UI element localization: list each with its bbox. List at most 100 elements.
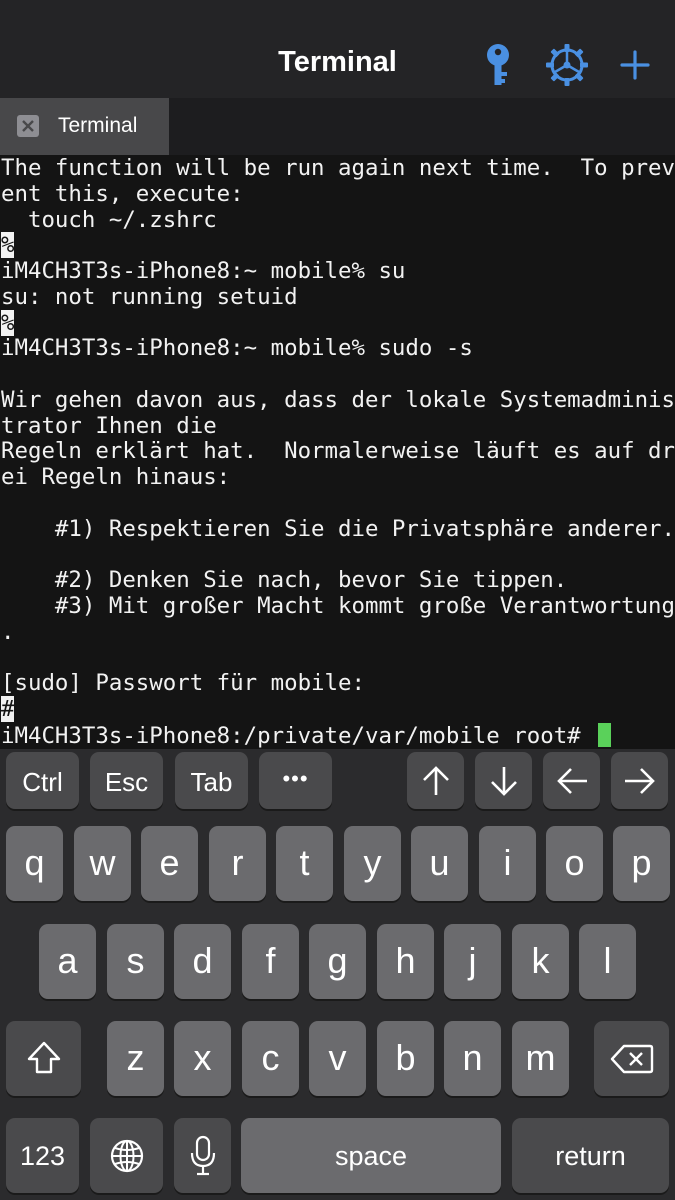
return-key[interactable]: return xyxy=(512,1118,669,1193)
key-label: x xyxy=(193,1037,212,1078)
key-z[interactable]: z xyxy=(107,1021,164,1096)
key-label: p xyxy=(631,842,652,883)
terminal-cursor xyxy=(598,722,612,747)
key-q[interactable]: q xyxy=(6,826,63,901)
arrow-right-icon xyxy=(625,768,655,794)
space-key[interactable]: space xyxy=(241,1118,501,1193)
plus-icon[interactable] xyxy=(610,40,660,90)
key-label: r xyxy=(231,842,244,883)
tab-key[interactable]: Tab xyxy=(175,752,248,809)
backspace-icon xyxy=(610,1044,654,1074)
numbers-key[interactable]: 123 xyxy=(6,1118,79,1193)
terminal-line: #1) Respektieren Sie die Privatsphäre an… xyxy=(1,515,675,542)
key-label: b xyxy=(395,1037,416,1078)
tab-terminal[interactable]: Terminal xyxy=(0,98,169,155)
key-c[interactable]: c xyxy=(242,1021,299,1096)
key-label: d xyxy=(192,940,213,981)
esc-key[interactable]: Esc xyxy=(90,752,163,809)
key-a[interactable]: a xyxy=(39,924,96,999)
arrow-up-key[interactable] xyxy=(407,752,464,809)
prompt-marker: % xyxy=(1,309,15,336)
globe-key[interactable] xyxy=(90,1118,163,1193)
return-key-label: return xyxy=(555,1141,626,1171)
shift-arrow-icon xyxy=(27,1041,61,1074)
key-r[interactable]: r xyxy=(209,826,266,901)
terminal-line: ent this, execute: xyxy=(1,180,244,207)
key-i[interactable]: i xyxy=(479,826,536,901)
globe-icon xyxy=(110,1139,144,1173)
key-l[interactable]: l xyxy=(579,924,636,999)
terminal-line: #3) Mit großer Macht kommt große Verantw… xyxy=(1,592,675,619)
terminal-line: % xyxy=(1,232,675,259)
arrow-right-key[interactable] xyxy=(611,752,668,809)
ctrl-key[interactable]: Ctrl xyxy=(6,752,79,809)
key-label: i xyxy=(503,842,512,883)
key-label: o xyxy=(564,842,585,883)
arrow-down-key[interactable] xyxy=(475,752,532,809)
close-icon[interactable] xyxy=(17,115,39,137)
microphone-icon xyxy=(190,1135,216,1176)
terminal-line: trator Ihnen die xyxy=(1,412,217,439)
key-u[interactable]: u xyxy=(411,826,468,901)
key-k[interactable]: k xyxy=(512,924,569,999)
key-m[interactable]: m xyxy=(512,1021,569,1096)
terminal-line: ei Regeln hinaus: xyxy=(1,464,231,490)
key-label: q xyxy=(24,842,45,883)
dictation-key[interactable] xyxy=(174,1118,231,1193)
shift-key[interactable] xyxy=(6,1021,81,1096)
key-g[interactable]: g xyxy=(309,924,366,999)
key-b[interactable]: b xyxy=(377,1021,434,1096)
arrow-left-key[interactable] xyxy=(543,752,600,809)
navigation-bar: Terminal xyxy=(0,0,675,98)
key-v[interactable]: v xyxy=(309,1021,366,1096)
key-y[interactable]: y xyxy=(344,826,401,901)
terminal-line: Regeln erklärt hat. Normalerweise läuft … xyxy=(1,438,675,465)
terminal-line: [sudo] Passwort für mobile: xyxy=(1,670,365,696)
more-key[interactable]: ••• xyxy=(259,752,332,809)
key-f[interactable]: f xyxy=(242,924,299,999)
terminal-line: # xyxy=(1,695,675,723)
key-label: f xyxy=(265,940,276,981)
keyboard: Ctrl Esc Tab ••• q w e r t y u i o p a s… xyxy=(0,749,675,1200)
prompt-marker: # xyxy=(1,695,15,722)
key-label: k xyxy=(531,940,550,981)
key-j[interactable]: j xyxy=(444,924,501,999)
prompt-marker: % xyxy=(1,232,15,259)
key-label: e xyxy=(159,842,180,883)
key-h[interactable]: h xyxy=(377,924,434,999)
key-label: t xyxy=(299,842,310,883)
arrow-up-icon xyxy=(423,766,449,795)
key-label: h xyxy=(395,940,416,981)
current-prompt: iM4CH3T3s-iPhone8:/private/var/mobile ro… xyxy=(1,722,595,749)
tab-key-label: Tab xyxy=(190,767,233,797)
key-t[interactable]: t xyxy=(276,826,333,901)
key-d[interactable]: d xyxy=(174,924,231,999)
key-label: s xyxy=(126,940,145,981)
key-p[interactable]: p xyxy=(613,826,670,901)
more-key-label: ••• xyxy=(282,766,309,791)
terminal-output[interactable]: The function will be run again next time… xyxy=(0,155,675,749)
gear-icon[interactable] xyxy=(542,40,592,90)
key-label: a xyxy=(57,940,78,981)
key-n[interactable]: n xyxy=(444,1021,501,1096)
ctrl-key-label: Ctrl xyxy=(22,767,63,797)
backspace-key[interactable] xyxy=(594,1021,669,1096)
terminal-line: iM4CH3T3s-iPhone8:/private/var/mobile ro… xyxy=(1,722,675,749)
terminal-line: Wir gehen davon aus, dass der lokale Sys… xyxy=(1,386,675,413)
key-x[interactable]: x xyxy=(174,1021,231,1096)
key-w[interactable]: w xyxy=(74,826,131,901)
key-o[interactable]: o xyxy=(546,826,603,901)
terminal-line: . xyxy=(1,618,15,645)
key-icon[interactable] xyxy=(473,40,523,90)
tab-label: Terminal xyxy=(58,114,138,137)
numbers-key-label: 123 xyxy=(19,1141,66,1171)
key-label: l xyxy=(603,940,612,981)
space-key-label: space xyxy=(334,1141,408,1171)
key-s[interactable]: s xyxy=(107,924,164,999)
arrow-left-icon xyxy=(557,768,587,794)
terminal-line: The function will be run again next time… xyxy=(1,155,675,181)
key-e[interactable]: e xyxy=(141,826,198,901)
